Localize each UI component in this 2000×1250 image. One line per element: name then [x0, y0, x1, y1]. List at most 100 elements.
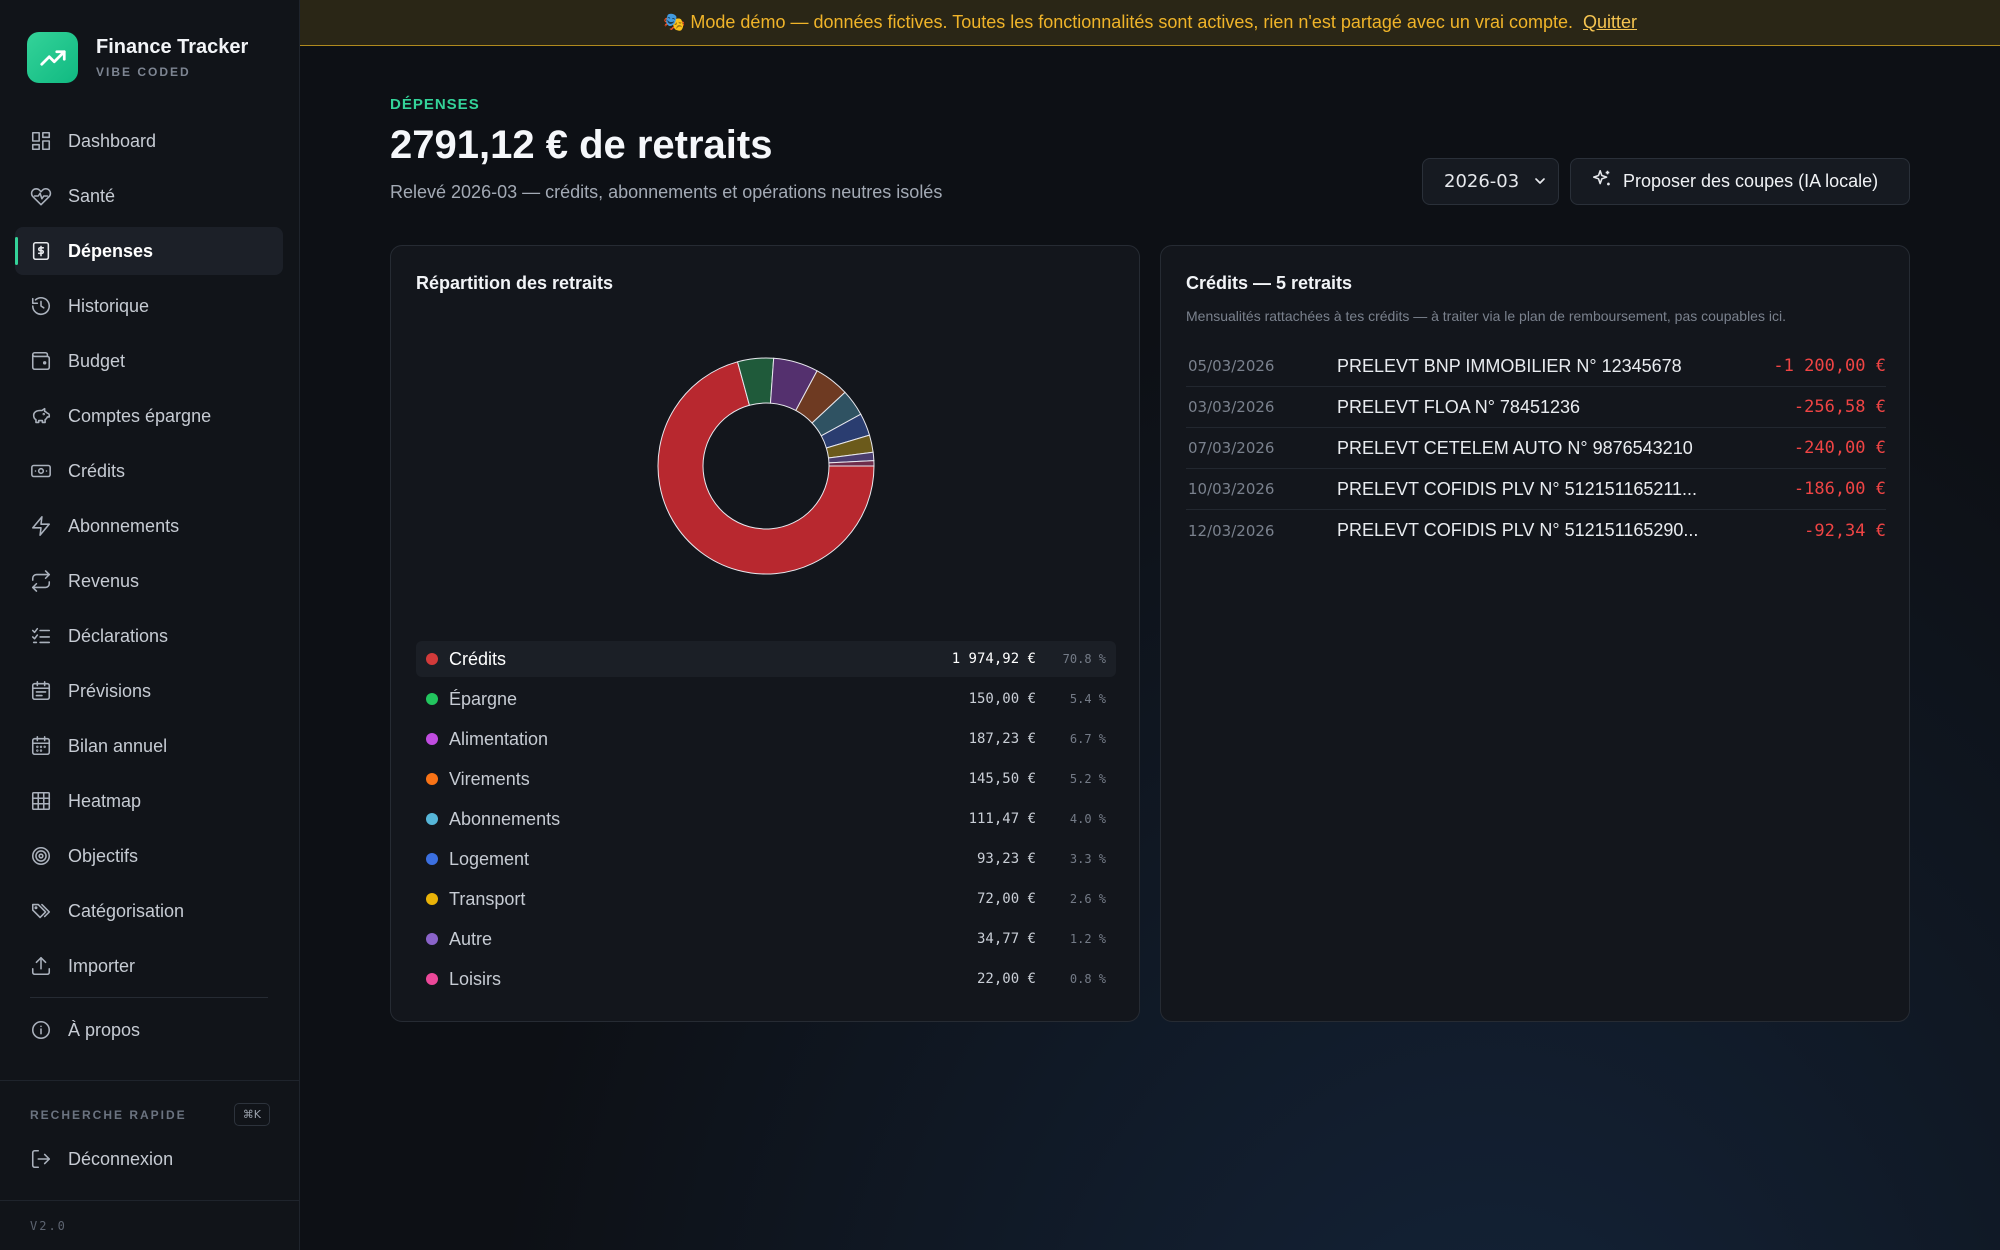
legend-label: Abonnements	[449, 808, 561, 829]
legend-amount: 145,50 €	[968, 771, 1036, 787]
sidebar-item-bilan-annuel[interactable]: Bilan annuel	[15, 722, 283, 770]
sidebar-item-previsions[interactable]: Prévisions	[15, 667, 283, 715]
tx-amount: -186,00 €	[1793, 479, 1886, 499]
sidebar-item-credits[interactable]: Crédits	[15, 447, 283, 495]
legend-percent: 5.4 %	[1069, 692, 1106, 706]
legend-item[interactable]: Crédits 1 974,92 € 70.8 %	[416, 641, 1116, 677]
propose-cuts-label: Proposer des coupes (IA locale)	[1623, 171, 1879, 191]
legend-item[interactable]: Autre 34,77 € 1.2 %	[416, 921, 1116, 957]
sidebar-item-categorisation[interactable]: Catégorisation	[15, 887, 283, 935]
sidebar-item-depenses[interactable]: Dépenses	[15, 227, 283, 275]
legend-amount: 150,00 €	[968, 691, 1036, 707]
sidebar-item-label: Crédits	[68, 460, 126, 481]
repeat-icon	[30, 570, 52, 592]
sidebar-item-abonnements[interactable]: Abonnements	[15, 502, 283, 550]
legend-item[interactable]: Alimentation 187,23 € 6.7 %	[416, 721, 1116, 757]
sidebar-item-label: Objectifs	[68, 845, 139, 866]
sidebar-item-label: Bilan annuel	[68, 735, 168, 756]
history-icon	[30, 295, 52, 317]
table-row[interactable]: 07/03/2026 PRELEVT CETELEM AUTO N° 98765…	[1186, 428, 1886, 469]
quit-demo-link[interactable]: Quitter	[1583, 12, 1637, 33]
tx-label: PRELEVT CETELEM AUTO N° 9876543210	[1337, 437, 1693, 458]
brand-subtitle: VIBE CODED	[96, 65, 191, 79]
checklist-icon	[30, 625, 52, 647]
breakdown-title: Répartition des retraits	[416, 273, 614, 293]
table-row[interactable]: 05/03/2026 PRELEVT BNP IMMOBILIER N° 123…	[1186, 346, 1886, 387]
sidebar-item-importer[interactable]: Importer	[15, 942, 283, 990]
shortcut-badge: ⌘K	[233, 1103, 270, 1126]
legend-item[interactable]: Virements 145,50 € 5.2 %	[416, 761, 1116, 797]
tags-icon	[30, 900, 52, 922]
sidebar-item-revenus[interactable]: Revenus	[15, 557, 283, 605]
calendar-icon	[30, 735, 52, 757]
quick-search-label: RECHERCHE RAPIDE	[30, 1107, 187, 1122]
brand[interactable]: Finance Tracker VIBE CODED	[27, 32, 248, 83]
nav-divider	[30, 997, 268, 998]
wallet-icon	[30, 350, 52, 372]
sidebar-item-label: Dashboard	[68, 130, 157, 151]
tx-label: PRELEVT COFIDIS PLV N° 512151165211...	[1337, 478, 1698, 499]
month-select[interactable]: 2026-03	[1422, 158, 1559, 205]
legend-item[interactable]: Loisirs 22,00 € 0.8 %	[416, 961, 1116, 997]
tx-amount: -1 200,00 €	[1773, 356, 1886, 376]
legend-percent: 4.0 %	[1069, 812, 1106, 826]
trend-up-icon	[27, 32, 78, 83]
sidebar-item-label: Santé	[68, 185, 116, 206]
legend-color-dot	[426, 773, 438, 785]
legend-item[interactable]: Abonnements 111,47 € 4.0 %	[416, 801, 1116, 837]
legend-color-dot	[426, 853, 438, 865]
legend-item[interactable]: Logement 93,23 € 3.3 %	[416, 841, 1116, 877]
legend-color-dot	[426, 893, 438, 905]
sidebar-item-a-propos[interactable]: À propos	[15, 1006, 283, 1054]
sidebar-item-heatmap[interactable]: Heatmap	[15, 777, 283, 825]
table-row[interactable]: 10/03/2026 PRELEVT COFIDIS PLV N° 512151…	[1186, 469, 1886, 510]
legend-item[interactable]: Épargne 150,00 € 5.4 %	[416, 681, 1116, 717]
table-row[interactable]: 03/03/2026 PRELEVT FLOA N° 78451236 -256…	[1186, 387, 1886, 428]
tx-date: 07/03/2026	[1188, 439, 1275, 457]
legend-percent: 6.7 %	[1069, 732, 1106, 746]
credits-title: Crédits — 5 retraits	[1186, 273, 1353, 293]
legend-percent: 1.2 %	[1069, 932, 1106, 946]
legend-amount: 34,77 €	[976, 931, 1036, 947]
legend-amount: 187,23 €	[968, 731, 1036, 747]
legend-amount: 22,00 €	[976, 971, 1036, 987]
legend-item[interactable]: Transport 72,00 € 2.6 %	[416, 881, 1116, 917]
sidebar-item-label: Catégorisation	[68, 900, 185, 921]
sidebar-item-sante[interactable]: Santé	[15, 172, 283, 220]
credits-card: Crédits — 5 retraits Mensualités rattach…	[1160, 245, 1910, 1022]
sidebar-item-label: Importer	[68, 955, 136, 976]
legend-color-dot	[426, 693, 438, 705]
sidebar-item-dashboard[interactable]: Dashboard	[15, 117, 283, 165]
legend-amount: 111,47 €	[968, 811, 1036, 827]
tx-amount: -256,58 €	[1793, 397, 1886, 417]
grid-icon	[30, 790, 52, 812]
legend-label: Virements	[449, 768, 530, 789]
banknote-icon	[30, 460, 52, 482]
legend-label: Alimentation	[449, 728, 549, 749]
sidebar-item-budget[interactable]: Budget	[15, 337, 283, 385]
tx-date: 10/03/2026	[1188, 480, 1275, 498]
tx-date: 12/03/2026	[1188, 521, 1275, 540]
page-title: 2791,12 € de retraits	[390, 123, 773, 167]
month-select-value: 2026-03	[1444, 171, 1520, 192]
legend-color-dot	[426, 653, 438, 665]
sidebar-item-objectifs[interactable]: Objectifs	[15, 832, 283, 880]
legend-percent: 5.2 %	[1069, 772, 1106, 786]
credits-description: Mensualités rattachées à tes crédits — à…	[1186, 308, 1786, 324]
bolt-icon	[30, 515, 52, 537]
quick-search[interactable]: RECHERCHE RAPIDE ⌘K	[0, 1080, 300, 1126]
sidebar-item-historique[interactable]: Historique	[15, 282, 283, 330]
propose-cuts-button[interactable]: Proposer des coupes (IA locale)	[1570, 158, 1910, 205]
legend-percent: 3.3 %	[1069, 852, 1106, 866]
sidebar-item-declarations[interactable]: Déclarations	[15, 612, 283, 660]
brand-title: Finance Tracker	[96, 36, 249, 58]
table-row[interactable]: 12/03/2026 PRELEVT COFIDIS PLV N° 512151…	[1186, 510, 1886, 551]
logout-button[interactable]: Déconnexion	[15, 1135, 283, 1183]
legend-amount: 93,23 €	[976, 851, 1036, 867]
legend-percent: 2.6 %	[1069, 892, 1106, 906]
tx-date: 05/03/2026	[1188, 357, 1275, 375]
donut-chart	[657, 357, 875, 575]
legend-label: Logement	[449, 848, 530, 869]
tx-amount: -240,00 €	[1793, 438, 1886, 458]
sidebar-item-comptes-epargne[interactable]: Comptes épargne	[15, 392, 283, 440]
